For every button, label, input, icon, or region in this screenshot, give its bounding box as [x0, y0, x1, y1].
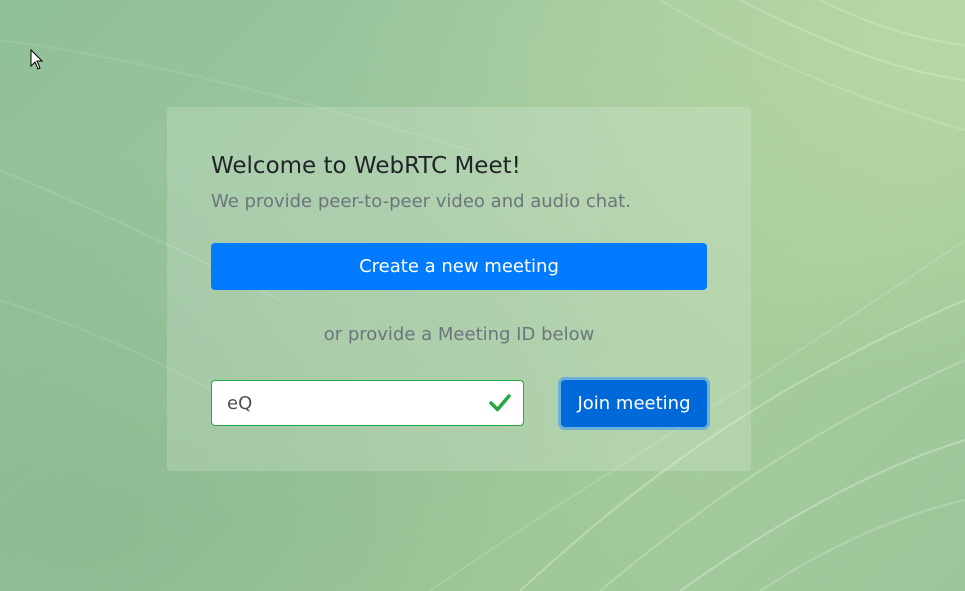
- meeting-id-input[interactable]: [212, 381, 523, 425]
- welcome-card: Welcome to WebRTC Meet! We provide peer-…: [167, 107, 751, 471]
- page-title: Welcome to WebRTC Meet!: [211, 153, 521, 179]
- check-icon: [489, 394, 511, 412]
- join-meeting-button[interactable]: Join meeting: [561, 380, 707, 427]
- meeting-id-field: [211, 380, 524, 426]
- create-meeting-button[interactable]: Create a new meeting: [211, 243, 707, 290]
- page-subtitle: We provide peer-to-peer video and audio …: [211, 191, 631, 212]
- separator-text: or provide a Meeting ID below: [323, 324, 595, 345]
- mouse-cursor-icon: [30, 49, 44, 70]
